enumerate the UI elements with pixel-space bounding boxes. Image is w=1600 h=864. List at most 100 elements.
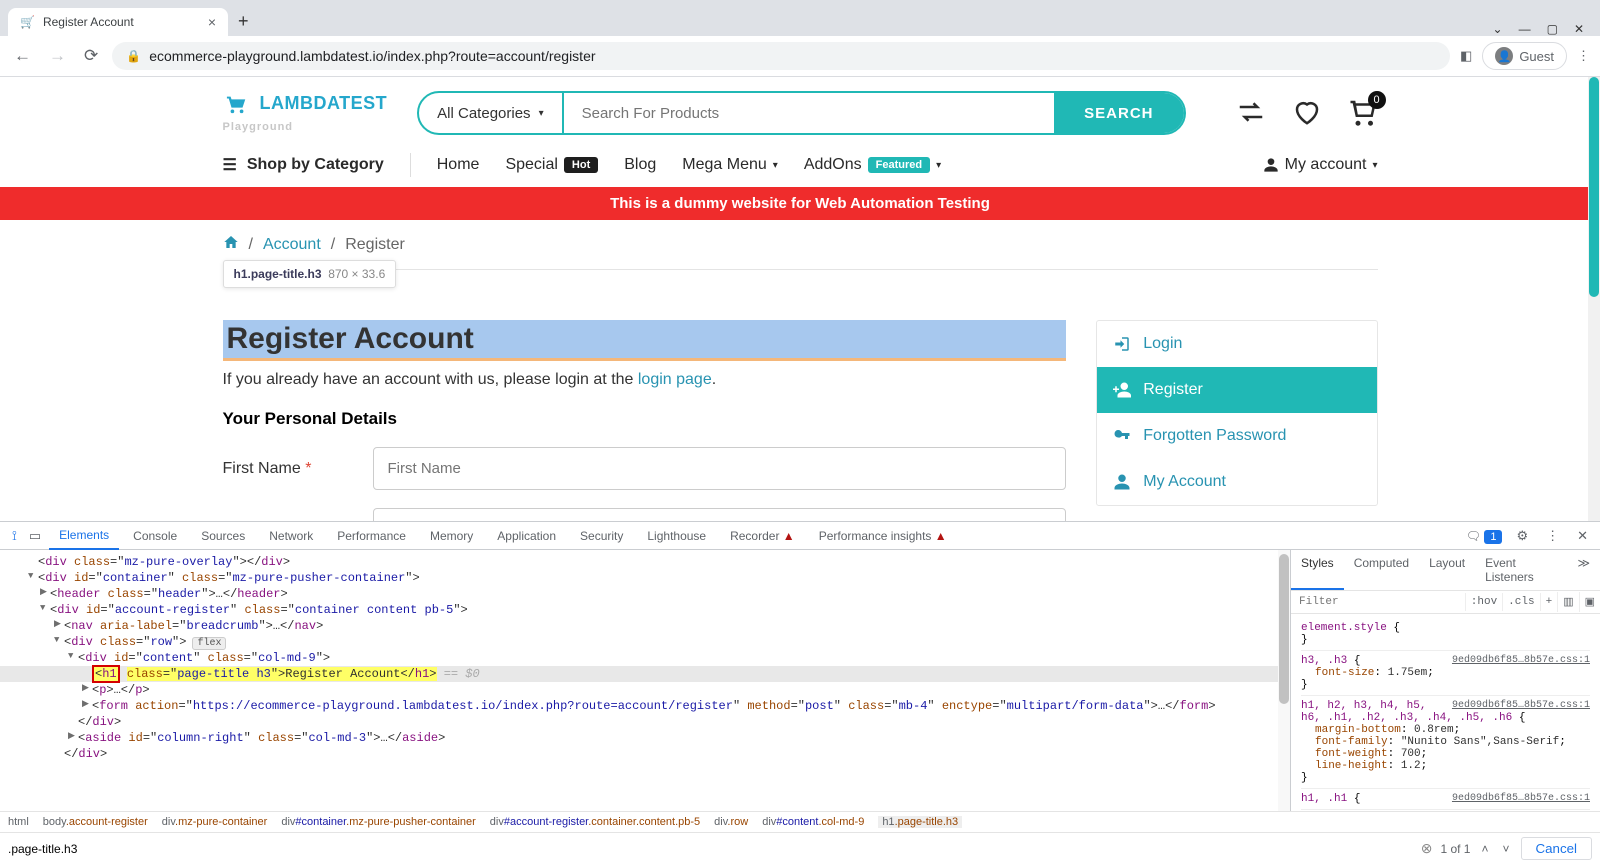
- tab-security[interactable]: Security: [570, 523, 633, 549]
- dom-node[interactable]: ▼<div id="content" class="col-md-9">: [0, 650, 1290, 666]
- dom-node[interactable]: ▶<header class="header">…</header>: [0, 586, 1290, 602]
- css-source-link[interactable]: 9ed09db6f85…8b57e.css:1: [1452, 655, 1590, 666]
- css-source-link[interactable]: 9ed09db6f85…8b57e.css:1: [1452, 793, 1590, 804]
- kebab-icon[interactable]: ⋮: [1542, 526, 1563, 546]
- nav-home[interactable]: Home: [437, 156, 480, 174]
- inspect-element-button[interactable]: ⟟: [8, 526, 21, 546]
- bc-h1[interactable]: h1.page-title.h3: [878, 816, 962, 828]
- tab-console[interactable]: Console: [123, 523, 187, 549]
- cancel-button[interactable]: Cancel: [1521, 837, 1593, 860]
- css-source-link[interactable]: 9ed09db6f85…8b57e.css:1: [1452, 700, 1590, 711]
- shop-by-category-button[interactable]: ☰ Shop by Category: [223, 155, 384, 175]
- styles-rules[interactable]: element.style {} 9ed09db6f85…8b57e.css:1…: [1291, 614, 1600, 811]
- search-next-button[interactable]: ˅: [1499, 842, 1512, 856]
- cart-button[interactable]: 0: [1348, 97, 1378, 130]
- gear-icon[interactable]: ⚙: [1512, 526, 1532, 546]
- styles-tab-styles[interactable]: Styles: [1291, 550, 1344, 590]
- tab-network[interactable]: Network: [259, 523, 323, 549]
- back-button[interactable]: ←: [10, 42, 35, 70]
- close-window-button[interactable]: ✕: [1574, 22, 1584, 36]
- chevron-down-icon[interactable]: ⌄: [1493, 22, 1503, 36]
- dom-node[interactable]: <div class="mz-pure-overlay"></div>: [0, 554, 1290, 570]
- dom-node[interactable]: ▼<div id="account-register" class="conta…: [0, 602, 1290, 618]
- dom-node[interactable]: ▶<aside id="column-right" class="col-md-…: [0, 730, 1290, 746]
- tab-performance-insights[interactable]: Performance insights ▲: [809, 523, 957, 549]
- nav-mega-menu[interactable]: Mega Menu▾: [682, 156, 778, 174]
- styles-more[interactable]: ≫: [1567, 550, 1600, 590]
- profile-button[interactable]: 👤 Guest: [1482, 42, 1567, 70]
- close-icon[interactable]: ×: [208, 14, 216, 30]
- panel-icon[interactable]: ◧: [1460, 48, 1472, 64]
- search-prev-button[interactable]: ˄: [1478, 842, 1491, 856]
- styles-filter-input[interactable]: [1291, 591, 1465, 613]
- bc-body[interactable]: body.account-register: [43, 816, 148, 828]
- browser-tab[interactable]: 🛒 Register Account ×: [8, 8, 228, 36]
- reload-button[interactable]: ⟳: [80, 42, 102, 70]
- last-name-input[interactable]: [373, 508, 1067, 521]
- search-input[interactable]: [564, 93, 1055, 133]
- dom-scrollbar[interactable]: [1278, 550, 1290, 811]
- breadcrumb-account[interactable]: Account: [263, 236, 321, 254]
- clear-search-button[interactable]: ⊗: [1421, 840, 1433, 857]
- tab-application[interactable]: Application: [487, 523, 566, 549]
- tab-recorder[interactable]: Recorder ▲: [720, 523, 805, 549]
- bc-div5[interactable]: div#content.col-md-9: [762, 816, 864, 828]
- forward-button[interactable]: →: [45, 42, 70, 70]
- home-icon[interactable]: [223, 234, 239, 255]
- dom-node[interactable]: </div>: [0, 714, 1290, 730]
- bc-div2[interactable]: div#container.mz-pure-pusher-container: [281, 816, 475, 828]
- nav-special[interactable]: SpecialHot: [505, 156, 598, 174]
- sidebar-item-my-account[interactable]: My Account: [1097, 459, 1376, 505]
- hov-button[interactable]: :hov: [1465, 593, 1502, 611]
- wishlist-button[interactable]: [1292, 97, 1322, 130]
- new-rule-button[interactable]: +: [1540, 593, 1558, 611]
- issues-icon[interactable]: 🗨 1: [1466, 529, 1503, 543]
- sidebar-item-forgotten-password[interactable]: Forgotten Password: [1097, 413, 1376, 459]
- tab-lighthouse[interactable]: Lighthouse: [637, 523, 716, 549]
- nav-blog[interactable]: Blog: [624, 156, 656, 174]
- maximize-button[interactable]: ▢: [1547, 22, 1558, 36]
- new-tab-button[interactable]: +: [228, 7, 259, 36]
- tab-memory[interactable]: Memory: [420, 523, 483, 549]
- bc-html[interactable]: html: [8, 816, 29, 828]
- dom-node[interactable]: ▼<div class="row">flex: [0, 634, 1290, 650]
- dom-node[interactable]: ▼<div id="container" class="mz-pure-push…: [0, 570, 1290, 586]
- sidebar-item-login[interactable]: Login: [1097, 321, 1376, 367]
- device-toolbar-button[interactable]: ▭: [25, 526, 45, 546]
- bc-div1[interactable]: div.mz-pure-container: [162, 816, 268, 828]
- compare-button[interactable]: [1236, 97, 1266, 130]
- computed-toggle-button[interactable]: ▥: [1557, 592, 1578, 612]
- styles-tab-layout[interactable]: Layout: [1419, 550, 1475, 590]
- login-page-link[interactable]: login page: [638, 371, 712, 388]
- bc-div3[interactable]: div#account-register.container.content.p…: [490, 816, 700, 828]
- search-category-dropdown[interactable]: All Categories ▾: [419, 93, 563, 133]
- dom-node[interactable]: </div>: [0, 746, 1290, 762]
- nav-my-account[interactable]: My account▾: [1263, 156, 1378, 174]
- scrollbar-thumb[interactable]: [1279, 554, 1289, 704]
- sidebar-item-register[interactable]: Register: [1097, 367, 1376, 413]
- styles-tab-event-listeners[interactable]: Event Listeners: [1475, 550, 1567, 590]
- scrollbar-thumb[interactable]: [1589, 77, 1599, 297]
- dom-node-selected[interactable]: <h1 class="page-title h3">Register Accou…: [0, 666, 1290, 682]
- viewport-scrollbar[interactable]: ▴: [1588, 77, 1600, 521]
- dom-tree[interactable]: ⋯ <div class="mz-pure-overlay"></div> ▼<…: [0, 550, 1290, 811]
- minimize-button[interactable]: —: [1519, 22, 1531, 36]
- dom-node[interactable]: ▶<form action="https://ecommerce-playgro…: [0, 698, 1290, 714]
- search-button[interactable]: SEARCH: [1054, 93, 1183, 133]
- tab-elements[interactable]: Elements: [49, 522, 119, 550]
- tab-performance[interactable]: Performance: [327, 523, 416, 549]
- styles-tab-computed[interactable]: Computed: [1344, 550, 1419, 590]
- first-name-input[interactable]: [373, 447, 1067, 490]
- dom-node[interactable]: ▶<nav aria-label="breadcrumb">…</nav>: [0, 618, 1290, 634]
- menu-icon[interactable]: ⋮: [1577, 48, 1590, 64]
- site-logo[interactable]: LAMBDATEST Playground: [223, 93, 388, 133]
- close-devtools-button[interactable]: ✕: [1573, 526, 1592, 546]
- dom-node[interactable]: ▶<p>…</p>: [0, 682, 1290, 698]
- devtools-search-input[interactable]: [8, 839, 1413, 859]
- bc-div4[interactable]: div.row: [714, 816, 748, 828]
- nav-addons[interactable]: AddOnsFeatured▾: [804, 156, 941, 174]
- tab-sources[interactable]: Sources: [191, 523, 255, 549]
- url-input[interactable]: 🔒 ecommerce-playground.lambdatest.io/ind…: [112, 42, 1450, 70]
- styles-side-button[interactable]: ▣: [1579, 592, 1600, 612]
- cls-button[interactable]: .cls: [1502, 593, 1539, 611]
